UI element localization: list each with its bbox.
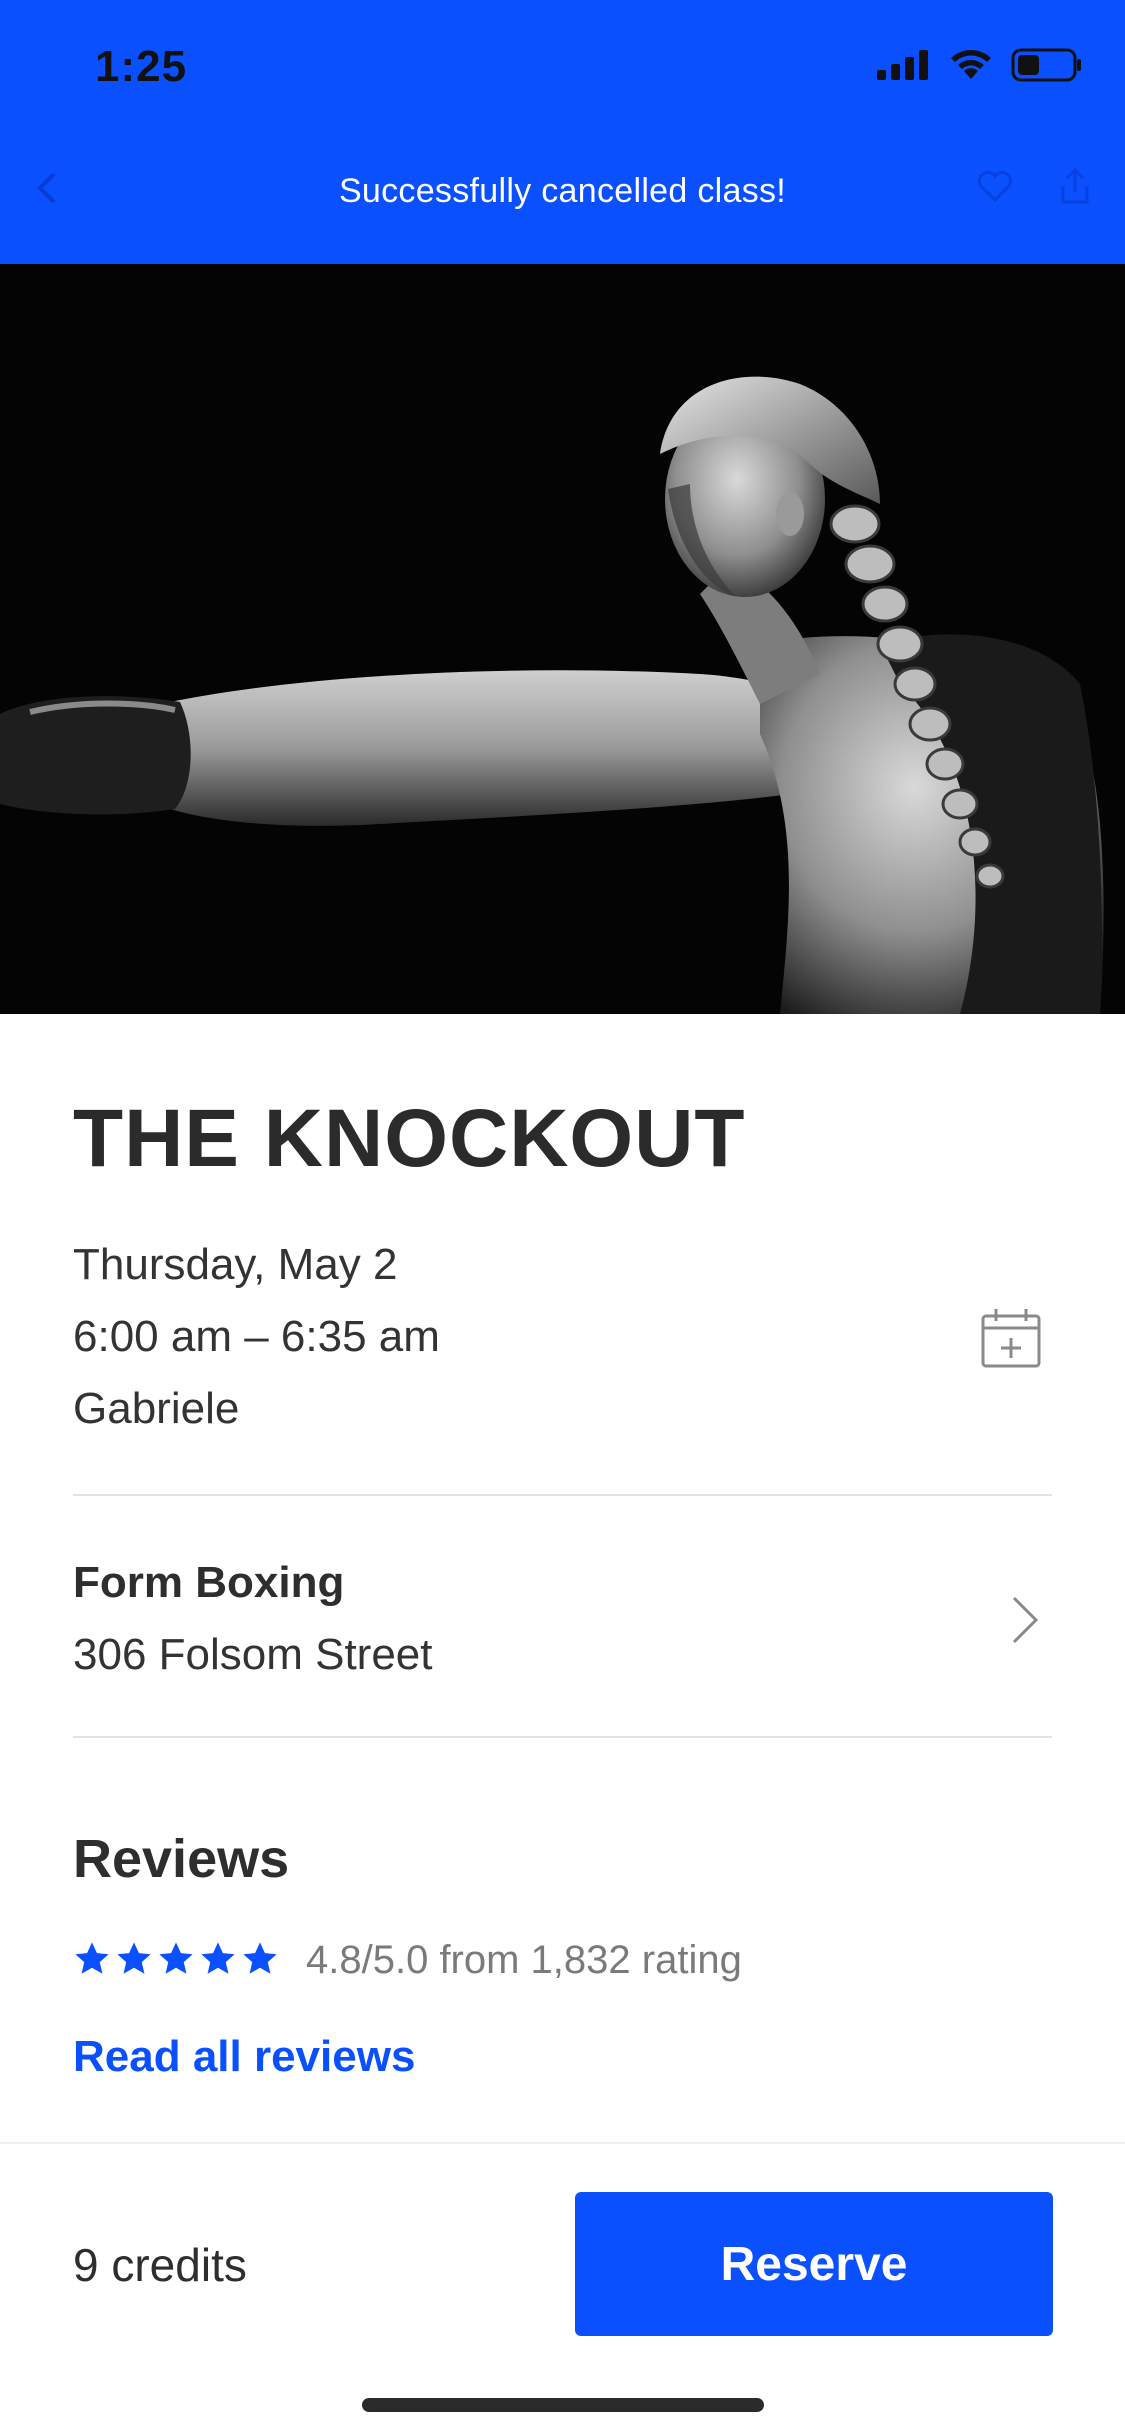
toast-message: Successfully cancelled class! bbox=[338, 172, 787, 210]
class-title: THE KNOCKOUT bbox=[73, 1093, 746, 1184]
top-bar: 1:25 Successfully cancelled class! bbox=[0, 0, 1125, 264]
hero-image bbox=[0, 264, 1125, 1014]
class-date: Thursday, May 2 bbox=[73, 1240, 398, 1289]
home-indicator bbox=[362, 2398, 764, 2412]
signal-icon bbox=[877, 50, 928, 80]
class-instructor: Gabriele bbox=[73, 1384, 240, 1433]
star-icon bbox=[117, 1942, 151, 1974]
boxer-photo bbox=[0, 264, 1125, 1014]
rating-summary: 4.8/5.0 from 1,832 rating bbox=[306, 1938, 742, 1982]
chevron-right-icon[interactable] bbox=[1010, 1594, 1040, 1646]
divider bbox=[73, 1736, 1052, 1738]
class-time: 6:00 am – 6:35 am bbox=[73, 1312, 440, 1361]
credits-label: 9 credits bbox=[73, 2239, 247, 2291]
bottom-action-bar: 9 credits Reserve bbox=[0, 2142, 1125, 2436]
studio-address: 306 Folsom Street bbox=[73, 1630, 433, 1679]
star-icon bbox=[159, 1942, 193, 1974]
studio-row[interactable] bbox=[0, 1498, 1125, 1736]
status-icons bbox=[877, 48, 1083, 82]
calendar-add-icon[interactable] bbox=[980, 1306, 1042, 1370]
reserve-button[interactable]: Reserve bbox=[575, 2192, 1053, 2336]
star-icon bbox=[201, 1942, 235, 1974]
divider bbox=[73, 1494, 1052, 1496]
status-time: 1:25 bbox=[95, 42, 188, 91]
read-all-reviews-link[interactable]: Read all reviews bbox=[73, 2032, 415, 2082]
wifi-icon bbox=[951, 50, 991, 79]
star-rating bbox=[73, 1940, 279, 1978]
battery-icon bbox=[1011, 48, 1081, 82]
star-icon bbox=[75, 1942, 109, 1974]
studio-name: Form Boxing bbox=[73, 1558, 345, 1607]
star-icon bbox=[243, 1942, 277, 1974]
class-detail-screen: 1:25 Successfully cancelled class! THE K… bbox=[0, 0, 1125, 2436]
reviews-heading: Reviews bbox=[73, 1829, 290, 1889]
